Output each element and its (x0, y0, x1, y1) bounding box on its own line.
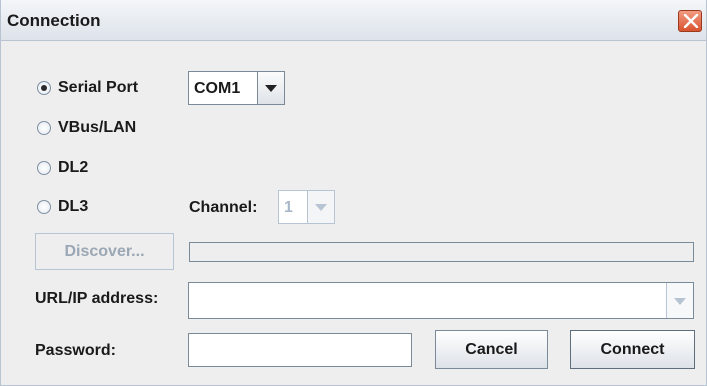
radio-label-dl3: DL3 (58, 198, 89, 215)
radio-dl2[interactable]: DL2 (37, 159, 88, 177)
password-label: Password: (35, 342, 116, 359)
radio-dl3[interactable]: DL3 (37, 198, 88, 216)
radio-icon[interactable] (37, 161, 51, 175)
discover-button[interactable]: Discover... (35, 233, 174, 270)
url-label: URL/IP address: (35, 290, 159, 307)
url-combo[interactable] (188, 282, 694, 319)
discover-button-label: Discover... (64, 242, 145, 260)
connect-button-label: Connect (600, 340, 665, 358)
chevron-down-icon (674, 298, 686, 305)
connection-dialog: Connection Serial Port VBus/LAN DL2 DL3 … (0, 0, 707, 386)
radio-label-serial-port: Serial Port (58, 79, 139, 96)
channel-select[interactable]: 1 (278, 190, 335, 224)
radio-vbus-lan[interactable]: VBus/LAN (37, 119, 136, 137)
serial-port-select[interactable]: COM1 (188, 71, 285, 105)
channel-value: 1 (284, 199, 293, 216)
serial-port-value: COM1 (194, 80, 241, 97)
cancel-button-label: Cancel (465, 340, 518, 358)
password-field[interactable] (188, 333, 412, 367)
channel-label: Channel: (189, 199, 258, 216)
cancel-button[interactable]: Cancel (435, 330, 548, 369)
connect-button[interactable]: Connect (570, 330, 695, 369)
url-dropdown-button[interactable] (666, 283, 693, 318)
close-button[interactable] (678, 10, 702, 32)
close-icon (683, 14, 699, 28)
radio-icon[interactable] (37, 81, 51, 95)
radio-label-vbus-lan: VBus/LAN (58, 119, 137, 136)
chevron-down-icon (265, 85, 277, 92)
chevron-down-icon (315, 204, 327, 211)
serial-port-dropdown-button[interactable] (257, 72, 284, 104)
radio-label-dl2: DL2 (58, 159, 89, 176)
radio-icon[interactable] (37, 200, 51, 214)
radio-serial-port[interactable]: Serial Port (37, 79, 138, 97)
title-bar: Connection (1, 0, 706, 41)
window-title: Connection (7, 11, 101, 30)
channel-dropdown-button[interactable] (307, 191, 334, 223)
radio-icon[interactable] (37, 121, 51, 135)
discover-progress-bar (189, 242, 694, 262)
